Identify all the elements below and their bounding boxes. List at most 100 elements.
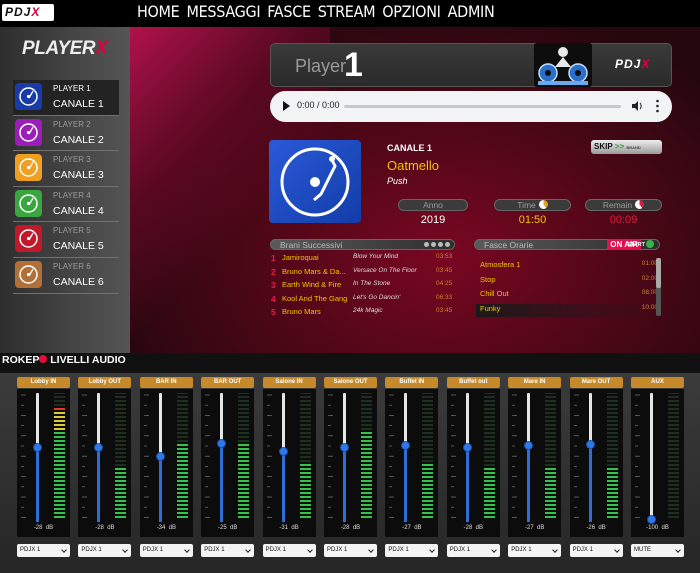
vu-meter bbox=[54, 393, 65, 518]
fascia-name: Funky bbox=[480, 304, 501, 314]
next-track-row[interactable]: 4 Kool And The Gang Let's Go Dancin' 06:33 bbox=[270, 294, 454, 307]
strip-label: Mare OUT bbox=[569, 377, 623, 388]
strip-source-select[interactable]: PDJX 1 bbox=[262, 544, 316, 557]
strip-source-select[interactable]: PDJX 1 bbox=[569, 544, 623, 557]
fasce-scrollbar[interactable] bbox=[656, 258, 661, 316]
strip-db-value: -27 bbox=[525, 525, 534, 531]
skip-button[interactable]: SKIP >> BRAND bbox=[591, 140, 662, 154]
track-artist: Bruno Mars bbox=[282, 307, 321, 316]
fascia-row[interactable]: Atmosfera 1 01:00 bbox=[476, 260, 658, 273]
mixer-strip: Buffet IN -27 dB PDJX 1 bbox=[385, 377, 439, 567]
fader-knob[interactable] bbox=[217, 438, 227, 448]
vinyl-icon bbox=[19, 229, 38, 249]
fader-knob[interactable] bbox=[155, 451, 165, 461]
strip-source-select[interactable]: PDJX 1 bbox=[201, 544, 255, 557]
fader-knob[interactable] bbox=[33, 442, 42, 452]
strip-source-select[interactable]: PDJX 1 bbox=[78, 544, 132, 557]
strip-db-value: -26 bbox=[586, 525, 596, 531]
sidebar-item-canale-4[interactable]: PLAYER 4 CANALE 4 bbox=[13, 187, 119, 223]
fasce-scroll-thumb[interactable] bbox=[656, 258, 661, 288]
nav-home[interactable]: HOME bbox=[137, 2, 180, 21]
nav-admin[interactable]: ADMIN bbox=[448, 2, 495, 21]
more-options-icon[interactable] bbox=[656, 99, 659, 113]
mixer-strip: Mare IN -27 dB PDJX 1 bbox=[508, 377, 562, 567]
strip-body: -34 dB bbox=[139, 389, 193, 537]
player-number: 1 bbox=[344, 46, 363, 84]
sidebar-item-canale-1[interactable]: PLAYER 1 CANALE 1 bbox=[13, 80, 119, 116]
dj-image bbox=[534, 43, 592, 87]
strip-db-readout: -34 dB bbox=[140, 525, 193, 531]
strip-db-readout: -31 dB bbox=[263, 525, 316, 531]
fasce-title: Fasce Orarie bbox=[484, 240, 534, 250]
stat-label: Anno bbox=[423, 200, 443, 210]
strip-db-readout: -28 dB bbox=[17, 525, 70, 531]
nav-stream[interactable]: STREAM bbox=[318, 2, 376, 21]
strip-db-value: -34 bbox=[156, 525, 166, 531]
strip-db-unit: dB bbox=[661, 525, 669, 531]
sidebar-item-canale-5[interactable]: PLAYER 5 CANALE 5 bbox=[13, 222, 119, 258]
nav-fasce[interactable]: FASCE bbox=[267, 2, 311, 21]
next-tracks-dots-icon[interactable] bbox=[424, 242, 450, 247]
fader-knob[interactable] bbox=[585, 440, 595, 450]
audio-progress[interactable] bbox=[344, 105, 621, 108]
album-cover bbox=[269, 140, 361, 223]
fasce-header: Fasce Orarie ON AIR START bbox=[474, 239, 660, 250]
next-track-row[interactable]: 1 Jamiroquai Blow Your Mind 03:53 bbox=[270, 253, 454, 266]
fascia-row[interactable]: Stop 02:00 bbox=[476, 275, 658, 288]
vinyl-icon bbox=[19, 87, 38, 106]
strip-body: -26 dB bbox=[569, 389, 623, 537]
sidebar-item-canale-2[interactable]: PLAYER 2 CANALE 2 bbox=[13, 116, 119, 152]
turntable-icon bbox=[280, 147, 350, 216]
strip-source-select[interactable]: PDJX 1 bbox=[324, 544, 377, 557]
fascia-row[interactable]: Funky 10:00 bbox=[476, 304, 658, 318]
strip-db-unit: dB bbox=[414, 525, 422, 531]
next-track-row[interactable]: 2 Bruno Mars & Da... Versace On The Floor 0… bbox=[270, 267, 454, 280]
strip-source-select[interactable]: PDJX 1 bbox=[508, 544, 562, 557]
skip-chevrons-icon: >> bbox=[614, 142, 625, 151]
track-artist: Bruno Mars & Da... bbox=[282, 266, 346, 276]
volume-icon[interactable] bbox=[631, 100, 643, 112]
fader-track[interactable] bbox=[650, 393, 653, 522]
fader-fill bbox=[527, 445, 531, 522]
fader-fill bbox=[97, 447, 101, 522]
strip-db-unit: dB bbox=[598, 525, 606, 531]
fader-knob[interactable] bbox=[524, 441, 534, 451]
stat-pill-anno: Anno bbox=[398, 199, 468, 211]
strip-db-readout: -27 dB bbox=[385, 525, 438, 531]
audio-time: 0:00 / 0:00 bbox=[297, 100, 340, 110]
fader-knob[interactable] bbox=[94, 442, 104, 452]
strip-source-select[interactable]: PDJX 1 bbox=[385, 544, 439, 557]
sidebar-item-canale-6[interactable]: PLAYER 6 CANALE 6 bbox=[13, 258, 119, 294]
track-title: 24k Magic bbox=[353, 307, 383, 314]
fader-knob[interactable] bbox=[340, 442, 349, 452]
mixer-strip: Salone OUT -28 dB PDJX 1 bbox=[324, 377, 377, 567]
play-icon[interactable] bbox=[283, 101, 290, 111]
stat-value-remain: 00:09 bbox=[609, 214, 638, 226]
fader-knob[interactable] bbox=[278, 446, 288, 456]
fader-fill bbox=[158, 456, 162, 522]
mixer-strip: AUX -100 dB MUTE bbox=[631, 377, 684, 567]
channel-name: CANALE 6 bbox=[53, 275, 104, 288]
channel-sidebar: PLAYERX PLAYER 1 CANALE 1 PLAYER 2 CANALE 2… bbox=[0, 27, 130, 353]
fader-knob[interactable] bbox=[462, 442, 472, 452]
sidebar-item-canale-3[interactable]: PLAYER 3 CANALE 3 bbox=[13, 151, 119, 187]
fader-fill bbox=[588, 444, 592, 522]
strip-db-readout: -25 dB bbox=[201, 525, 254, 531]
fader-fill bbox=[404, 445, 408, 522]
start-button[interactable]: START bbox=[627, 240, 654, 250]
fader-knob[interactable] bbox=[647, 514, 656, 524]
strip-source-select[interactable]: MUTE bbox=[631, 544, 684, 557]
strip-source-select[interactable]: PDJX 1 bbox=[446, 544, 500, 557]
fascia-row[interactable]: Chill Out 08:00 bbox=[476, 289, 658, 302]
scale-ticks-icon bbox=[328, 394, 333, 518]
vu-meter bbox=[606, 393, 618, 518]
next-track-row[interactable]: 3 Earth Wind & Fire In The Stone 04:25 bbox=[270, 280, 454, 293]
nav-opzioni[interactable]: OPZIONI bbox=[382, 2, 441, 21]
mixer-strip: Salone IN -31 dB PDJX 1 bbox=[262, 377, 316, 567]
strip-source-select[interactable]: PDJX 1 bbox=[17, 544, 70, 557]
next-track-row[interactable]: 5 Bruno Mars 24k Magic 03:45 bbox=[270, 307, 454, 320]
nav-messaggi[interactable]: MESSAGGI bbox=[186, 2, 260, 21]
fader-knob[interactable] bbox=[401, 441, 411, 451]
strip-source-select[interactable]: PDJX 1 bbox=[139, 544, 193, 557]
pdj-logo[interactable]: PDJX bbox=[2, 4, 54, 21]
